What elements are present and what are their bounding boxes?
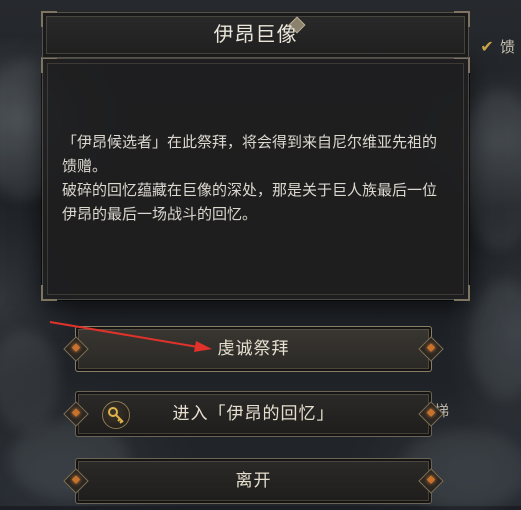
option-label: 离开 — [235, 471, 272, 491]
option-label: 虔诚祭拜 — [217, 339, 290, 359]
option-pray-button[interactable]: 虔诚祭拜 — [63, 326, 444, 372]
option-leave-button[interactable]: 离开 — [63, 458, 444, 504]
dialog-paragraph: 「伊昂候选者」在此祭拜，将会得到来自尼尔维亚先祖的馈赠。 — [62, 133, 438, 175]
option-label: 进入「伊昂的回忆」 — [172, 404, 335, 424]
option-enter-memory-button[interactable]: 进入「伊昂的回忆」 — [63, 391, 444, 437]
dialog-paragraph: 破碎的回忆蕴藏在巨像的深处，那是关于巨人族最后一位伊昂的最后一场战斗的回忆。 — [62, 181, 438, 223]
dialog-title: 伊昂巨像 — [213, 22, 298, 46]
dialog-body: 「伊昂候选者」在此祭拜，将会得到来自尼尔维亚先祖的馈赠。 破碎的回忆蕴藏在巨像的… — [62, 130, 447, 226]
side-quest-label: 馈 — [500, 38, 516, 56]
checkmark-icon: ✔ — [480, 37, 494, 56]
